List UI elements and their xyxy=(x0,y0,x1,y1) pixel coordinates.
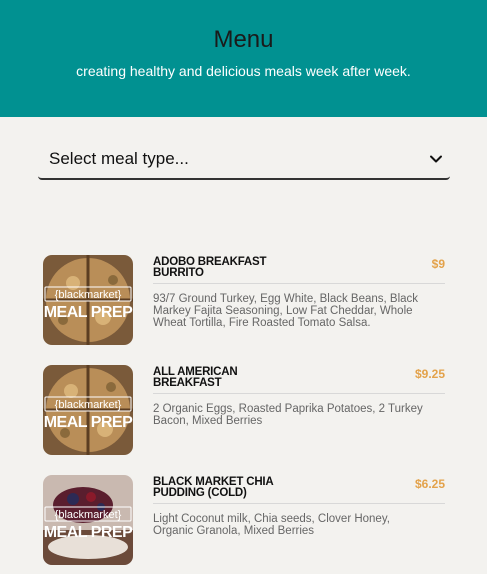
logo-text-top: {blackmarket} xyxy=(55,509,122,521)
page-title: Menu xyxy=(213,26,274,53)
logo-text-bottom: MEAL PREP xyxy=(44,414,133,431)
menu-item-price: $9.25 xyxy=(414,367,445,381)
meal-thumbnail[interactable]: {blackmarket} MEAL PREP xyxy=(43,365,133,455)
menu-item[interactable]: {blackmarket} MEAL PREP ADOBO BREAKFAST … xyxy=(43,255,445,345)
logo-text-bottom: MEAL PREP xyxy=(44,524,133,541)
meal-photo-chia-pudding: {blackmarket} MEAL PREP xyxy=(43,475,133,565)
menu-item-name: ADOBO BREAKFAST BURRITO xyxy=(153,256,267,279)
menu-item-description: 93/7 Ground Turkey, Egg White, Black Bea… xyxy=(153,293,419,329)
menu-item[interactable]: {blackmarket} MEAL PREP ALL AMERICAN BRE… xyxy=(43,365,445,455)
meal-photo-burrito: {blackmarket} MEAL PREP xyxy=(43,255,133,345)
menu-item-description: Light Coconut milk, Chia seeds, Clover H… xyxy=(153,513,390,537)
meal-thumbnail[interactable]: {blackmarket} MEAL PREP xyxy=(43,475,133,565)
divider xyxy=(153,283,445,284)
menu-item[interactable]: {blackmarket} MEAL PREP BLACK MARKET CHI… xyxy=(43,475,445,565)
logo-text-top: {blackmarket} xyxy=(55,289,122,301)
menu-item-price: $9 xyxy=(431,257,445,271)
menu-item-description: 2 Organic Eggs, Roasted Paprika Potatoes… xyxy=(153,403,423,427)
menu-item-price: $6.25 xyxy=(414,477,445,491)
logo-text-top: {blackmarket} xyxy=(55,399,122,411)
divider xyxy=(153,503,445,504)
divider xyxy=(153,393,445,394)
menu-header: Menu creating healthy and delicious meal… xyxy=(0,0,487,117)
menu-item-name: BLACK MARKET CHIA PUDDING (COLD) xyxy=(153,476,274,499)
meal-thumbnail[interactable]: {blackmarket} MEAL PREP xyxy=(43,255,133,345)
meal-type-select-value: Select meal type... xyxy=(49,149,189,168)
chevron-down-icon xyxy=(430,155,442,163)
meal-photo-breakfast: {blackmarket} MEAL PREP xyxy=(43,365,133,455)
page-subtitle: creating healthy and delicious meals wee… xyxy=(76,63,411,79)
menu-item-name: ALL AMERICAN BREAKFAST xyxy=(153,366,238,389)
meal-type-select[interactable]: Select meal type... xyxy=(38,141,450,180)
logo-text-bottom: MEAL PREP xyxy=(44,304,133,321)
